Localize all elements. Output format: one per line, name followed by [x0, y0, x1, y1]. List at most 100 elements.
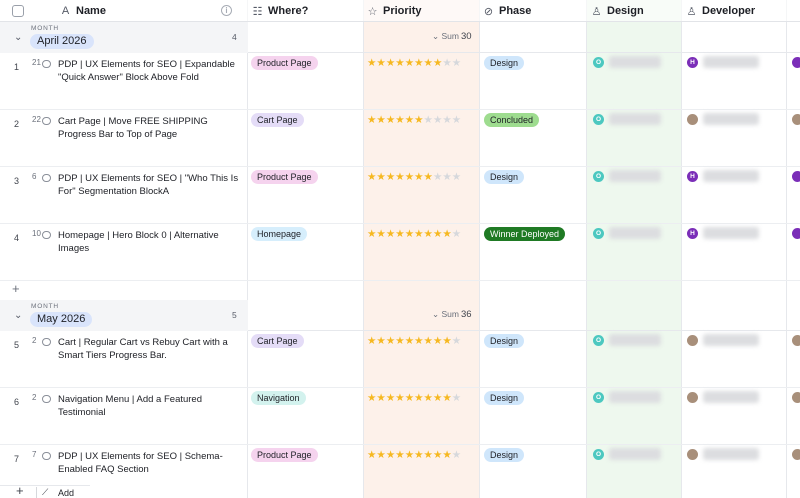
- star-icon[interactable]: ★: [367, 335, 376, 347]
- star-icon[interactable]: ★: [452, 449, 461, 461]
- table-row[interactable]: 1 21 PDP | UX Elements for SEO | Expandabl…: [0, 53, 800, 110]
- where-tag[interactable]: Homepage: [251, 227, 308, 241]
- star-icon[interactable]: ★: [386, 171, 395, 183]
- star-icon[interactable]: ★: [367, 449, 376, 461]
- star-icon[interactable]: ★: [442, 228, 451, 240]
- chevron-down-icon[interactable]: ⌄: [14, 32, 22, 43]
- group-header[interactable]: ⌄ MONTH April 2026 4 ⌄ Sum 30: [0, 22, 800, 53]
- star-icon[interactable]: ★: [424, 392, 433, 404]
- where-tag[interactable]: Product Page: [251, 56, 318, 70]
- star-icon[interactable]: ★: [405, 114, 414, 126]
- design-person-name-blurred[interactable]: [609, 227, 661, 239]
- priority-rating[interactable]: ★★★★★★★★★★: [367, 228, 461, 240]
- table-row[interactable]: 7 7 PDP | UX Elements for SEO | Schema-Ena…: [0, 445, 800, 498]
- star-icon[interactable]: ★: [414, 392, 423, 404]
- comment-icon[interactable]: [42, 117, 51, 125]
- star-icon[interactable]: ★: [442, 335, 451, 347]
- design-person-name-blurred[interactable]: [609, 448, 661, 460]
- phase-status[interactable]: Design: [484, 448, 525, 462]
- star-icon[interactable]: ★: [386, 449, 395, 461]
- priority-rating[interactable]: ★★★★★★★★★★: [367, 392, 461, 404]
- table-row[interactable]: 2 22 Cart Page | Move FREE SHIPPING Progre…: [0, 110, 800, 167]
- column-header-developer[interactable]: ♙ Developer: [686, 0, 756, 22]
- star-icon[interactable]: ★: [367, 57, 376, 69]
- star-icon[interactable]: ★: [424, 335, 433, 347]
- group-priority-sum[interactable]: ⌄ Sum 36: [432, 309, 472, 320]
- developer-person-name-blurred[interactable]: [703, 448, 759, 460]
- priority-rating[interactable]: ★★★★★★★★★★: [367, 114, 461, 126]
- star-icon[interactable]: ★: [452, 114, 461, 126]
- star-icon[interactable]: ★: [405, 228, 414, 240]
- priority-rating[interactable]: ★★★★★★★★★★: [367, 57, 461, 69]
- where-tag[interactable]: Cart Page: [251, 334, 304, 348]
- star-icon[interactable]: ★: [414, 114, 423, 126]
- phase-status[interactable]: Design: [484, 391, 525, 405]
- priority-rating[interactable]: ★★★★★★★★★★: [367, 335, 461, 347]
- star-icon[interactable]: ★: [433, 335, 442, 347]
- record-name[interactable]: PDP | UX Elements for SEO | "Who This Is…: [58, 172, 244, 198]
- phase-status[interactable]: Design: [484, 334, 525, 348]
- where-tag[interactable]: Product Page: [251, 170, 318, 184]
- chevron-down-icon[interactable]: ⌄: [14, 310, 22, 321]
- magic-wand-icon[interactable]: ⟋: [42, 487, 48, 498]
- star-icon[interactable]: ★: [386, 57, 395, 69]
- record-name[interactable]: Cart | Regular Cart vs Rebuy Cart with a…: [58, 336, 244, 362]
- star-icon[interactable]: ★: [442, 171, 451, 183]
- star-icon[interactable]: ★: [442, 114, 451, 126]
- design-person-name-blurred[interactable]: [609, 391, 661, 403]
- where-tag[interactable]: Product Page: [251, 448, 318, 462]
- table-row[interactable]: 3 6 PDP | UX Elements for SEO | "Who This …: [0, 167, 800, 224]
- star-icon[interactable]: ★: [433, 57, 442, 69]
- record-name[interactable]: Navigation Menu | Add a Featured Testimo…: [58, 393, 244, 419]
- star-icon[interactable]: ★: [414, 171, 423, 183]
- star-icon[interactable]: ★: [414, 335, 423, 347]
- star-icon[interactable]: ★: [376, 114, 385, 126]
- column-header-name[interactable]: A Name: [60, 0, 106, 22]
- where-tag[interactable]: Cart Page: [251, 113, 304, 127]
- star-icon[interactable]: ★: [405, 335, 414, 347]
- add-button[interactable]: Add: [58, 488, 74, 498]
- star-icon[interactable]: ★: [395, 114, 404, 126]
- star-icon[interactable]: ★: [395, 335, 404, 347]
- priority-rating[interactable]: ★★★★★★★★★★: [367, 171, 461, 183]
- record-name[interactable]: Homepage | Hero Block 0 | Alternative Im…: [58, 229, 244, 255]
- developer-person-name-blurred[interactable]: [703, 170, 759, 182]
- star-icon[interactable]: ★: [424, 449, 433, 461]
- plus-icon[interactable]: +: [12, 281, 20, 296]
- star-icon[interactable]: ★: [405, 449, 414, 461]
- star-icon[interactable]: ★: [414, 57, 423, 69]
- star-icon[interactable]: ★: [452, 392, 461, 404]
- star-icon[interactable]: ★: [395, 171, 404, 183]
- star-icon[interactable]: ★: [424, 57, 433, 69]
- star-icon[interactable]: ★: [433, 171, 442, 183]
- star-icon[interactable]: ★: [367, 171, 376, 183]
- developer-person-name-blurred[interactable]: [703, 56, 759, 68]
- star-icon[interactable]: ★: [442, 449, 451, 461]
- group-header[interactable]: ⌄ MONTH May 2026 5 ⌄ Sum 36: [0, 300, 800, 331]
- star-icon[interactable]: ★: [376, 449, 385, 461]
- design-person-name-blurred[interactable]: [609, 113, 661, 125]
- star-icon[interactable]: ★: [405, 57, 414, 69]
- column-header-design[interactable]: ♙ Design: [591, 0, 644, 22]
- column-header-phase[interactable]: ⊘ Phase: [483, 0, 532, 22]
- star-icon[interactable]: ★: [386, 392, 395, 404]
- star-icon[interactable]: ★: [376, 228, 385, 240]
- column-header-where[interactable]: ☷ Where?: [252, 0, 309, 22]
- star-icon[interactable]: ★: [452, 57, 461, 69]
- star-icon[interactable]: ★: [433, 392, 442, 404]
- design-person-name-blurred[interactable]: [609, 56, 661, 68]
- star-icon[interactable]: ★: [405, 171, 414, 183]
- developer-person-name-blurred[interactable]: [703, 391, 759, 403]
- priority-rating[interactable]: ★★★★★★★★★★: [367, 449, 461, 461]
- star-icon[interactable]: ★: [442, 392, 451, 404]
- star-icon[interactable]: ★: [376, 57, 385, 69]
- star-icon[interactable]: ★: [395, 449, 404, 461]
- table-row[interactable]: 4 10 Homepage | Hero Block 0 | Alternative…: [0, 224, 800, 281]
- star-icon[interactable]: ★: [386, 228, 395, 240]
- star-icon[interactable]: ★: [386, 335, 395, 347]
- phase-status[interactable]: Design: [484, 170, 525, 184]
- developer-person-name-blurred[interactable]: [703, 227, 759, 239]
- phase-status[interactable]: Concluded: [484, 113, 540, 127]
- where-tag[interactable]: Navigation: [251, 391, 306, 405]
- comment-icon[interactable]: [42, 231, 51, 239]
